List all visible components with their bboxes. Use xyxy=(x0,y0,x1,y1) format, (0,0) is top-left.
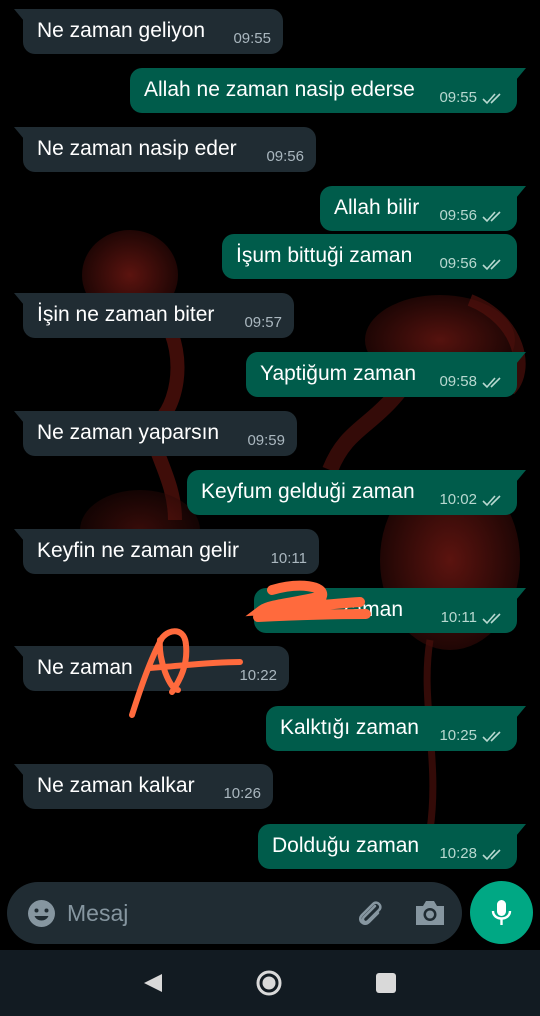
message-text: Ne zaman xyxy=(37,656,133,679)
double-check-icon xyxy=(482,613,501,625)
message-text: Dolduğu zaman xyxy=(272,834,420,857)
message-time: 10:26 xyxy=(223,785,261,802)
message-time: 10:11 xyxy=(440,609,477,626)
message-time: 09:56 xyxy=(439,255,477,272)
incoming-message[interactable]: Ne zaman kalkar 10:26 xyxy=(14,764,273,809)
message-time: 09:57 xyxy=(244,314,282,331)
outgoing-message[interactable]: Dolduğu zaman 10:28 xyxy=(258,824,526,869)
message-time: 09:55 xyxy=(233,30,271,47)
system-navigation-bar xyxy=(0,950,540,1016)
back-icon[interactable] xyxy=(136,966,170,1000)
message-text: Ne zaman nasip eder xyxy=(37,137,237,160)
outgoing-message[interactable]: Kalktığı zaman 10:25 xyxy=(266,706,526,751)
outgoing-message[interactable]: Keyfum gelduği zaman 10:02 xyxy=(187,470,526,515)
double-check-icon xyxy=(482,259,501,271)
message-time: 10:02 xyxy=(439,491,477,508)
recents-icon[interactable] xyxy=(369,966,403,1000)
emoji-icon[interactable] xyxy=(26,898,57,929)
message-time: 10:11 xyxy=(270,550,307,567)
double-check-icon xyxy=(482,93,501,105)
double-check-icon xyxy=(482,211,501,223)
incoming-message[interactable]: İşin ne zaman biter 09:57 xyxy=(14,293,294,338)
incoming-message[interactable]: Ne zaman nasip eder 09:56 xyxy=(14,127,316,172)
double-check-icon xyxy=(482,731,501,743)
message-text: Ne zaman geliyon xyxy=(37,19,206,42)
message-text: Kalktığı zaman xyxy=(280,716,419,739)
message-text: Ne zaman yaparsın xyxy=(37,421,220,444)
incoming-message[interactable]: Ne zaman 10:22 xyxy=(14,646,289,691)
paperclip-icon[interactable] xyxy=(354,897,386,929)
mic-icon xyxy=(491,900,512,925)
incoming-message[interactable]: Keyfin ne zaman gelir 10:11 xyxy=(14,529,319,574)
message-text: zaman xyxy=(340,598,404,621)
message-time: 09:56 xyxy=(266,148,304,165)
double-check-icon xyxy=(482,849,501,861)
message-input[interactable]: Mesaj xyxy=(67,900,128,927)
message-time: 10:25 xyxy=(439,727,477,744)
outgoing-message[interactable]: İşum bittuği zaman 09:56 xyxy=(222,234,517,279)
message-text: Ne zaman kalkar xyxy=(37,774,195,797)
message-text: Keyfin ne zaman gelir xyxy=(37,539,239,562)
incoming-message[interactable]: Ne zaman yaparsın 09:59 xyxy=(14,411,297,456)
message-time: 09:55 xyxy=(439,89,477,106)
message-text: İşin ne zaman biter xyxy=(37,303,215,326)
incoming-message[interactable]: Ne zaman geliyon 09:55 xyxy=(14,9,283,54)
message-text: İşum bittuği zaman xyxy=(236,244,413,267)
message-time: 09:58 xyxy=(439,373,477,390)
mic-button[interactable] xyxy=(470,881,533,944)
double-check-icon xyxy=(482,377,501,389)
message-text: Yaptiğum zaman xyxy=(260,362,417,385)
message-list[interactable]: Ne zaman geliyon 09:55 Allah ne zaman na… xyxy=(0,0,540,880)
message-time: 09:59 xyxy=(247,432,285,449)
message-text: Keyfum gelduği zaman xyxy=(201,480,415,503)
message-text: Allah bilir xyxy=(334,196,420,219)
camera-icon[interactable] xyxy=(411,897,449,929)
message-time: 09:56 xyxy=(439,207,477,224)
message-time: 10:28 xyxy=(439,845,477,862)
message-time: 10:22 xyxy=(239,667,277,684)
message-input-bar[interactable]: Mesaj xyxy=(7,882,462,944)
outgoing-message[interactable]: Allah ne zaman nasip ederse 09:55 xyxy=(130,68,526,113)
outgoing-message[interactable]: Yaptiğum zaman 09:58 xyxy=(246,352,526,397)
home-icon[interactable] xyxy=(252,966,286,1000)
outgoing-message[interactable]: zaman 10:11 xyxy=(254,588,526,633)
message-text: Allah ne zaman nasip ederse xyxy=(144,78,415,101)
double-check-icon xyxy=(482,495,501,507)
outgoing-message[interactable]: Allah bilir 09:56 xyxy=(320,186,526,231)
